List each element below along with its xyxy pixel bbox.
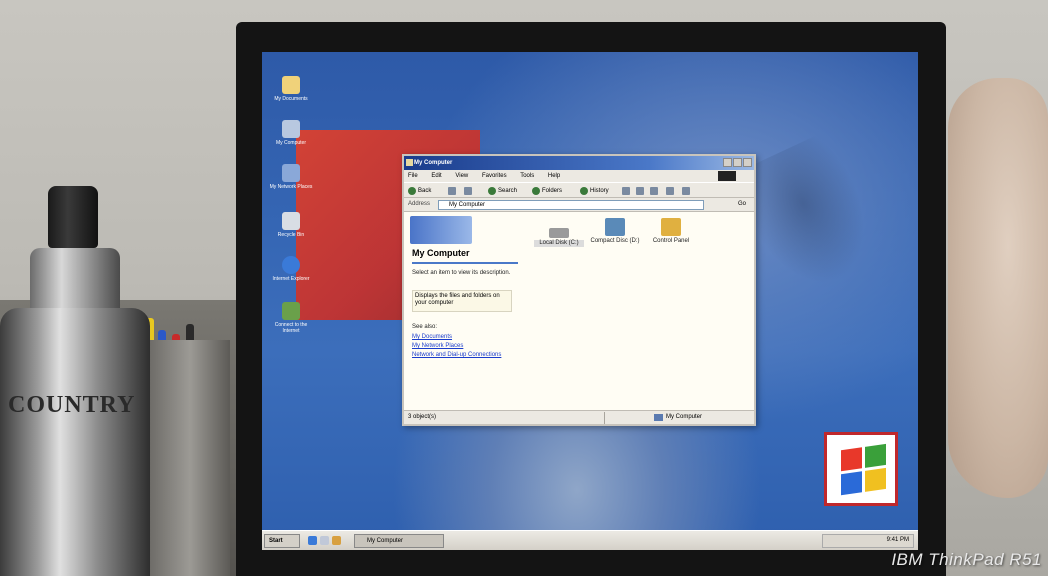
search-button[interactable]: Search bbox=[488, 186, 517, 196]
windows-logo-throbber bbox=[718, 171, 736, 181]
status-separator bbox=[604, 412, 605, 424]
internet-explorer-icon bbox=[282, 256, 300, 274]
item-local-disk[interactable]: Local Disk (C:) bbox=[534, 222, 584, 247]
status-bar: 3 object(s) My Computer bbox=[404, 410, 754, 424]
bottle-brand-text: COUNTRY bbox=[8, 392, 136, 418]
water-bottle: COUNTRY bbox=[0, 180, 150, 576]
minimize-button[interactable] bbox=[723, 158, 732, 167]
window-title: My Computer bbox=[414, 160, 453, 166]
address-bar: Address My Computer Go bbox=[404, 198, 754, 212]
item-control-panel[interactable]: Control Panel bbox=[646, 218, 696, 245]
status-right: My Computer bbox=[654, 414, 702, 421]
undo-icon[interactable] bbox=[666, 187, 674, 195]
close-button[interactable] bbox=[743, 158, 752, 167]
web-view-pane: My Computer Select an item to view its d… bbox=[404, 212, 520, 410]
menu-edit[interactable]: Edit bbox=[431, 173, 441, 179]
my-computer-header-icon bbox=[410, 216, 472, 244]
watermark: IBM ThinkPad R51 bbox=[891, 550, 1042, 569]
menu-view[interactable]: View bbox=[455, 173, 468, 179]
windows-flag-icon bbox=[841, 443, 887, 498]
network-places-icon bbox=[282, 164, 300, 182]
start-button[interactable]: Start bbox=[264, 534, 300, 548]
desktop-icon-connect-internet[interactable]: Connect to the Internet bbox=[266, 302, 316, 334]
desktop-icon-my-computer[interactable]: My Computer bbox=[266, 120, 316, 146]
recycle-bin-icon bbox=[282, 212, 300, 230]
taskbar: Start My Computer 9:41 PM bbox=[262, 530, 918, 550]
window-title-bar[interactable]: My Computer bbox=[404, 156, 754, 170]
my-computer-icon bbox=[282, 120, 300, 138]
address-label: Address bbox=[408, 201, 431, 207]
move-to-icon[interactable] bbox=[622, 187, 630, 195]
history-button[interactable]: History bbox=[580, 186, 609, 196]
delete-icon[interactable] bbox=[650, 187, 658, 195]
copy-to-icon[interactable] bbox=[636, 187, 644, 195]
desktop-icon-recycle-bin[interactable]: Recycle Bin bbox=[266, 212, 316, 238]
desktop-icon-internet-explorer[interactable]: Internet Explorer bbox=[266, 256, 316, 282]
system-tray: 9:41 PM bbox=[822, 534, 914, 548]
go-button[interactable]: Go bbox=[738, 201, 746, 207]
window-content: My Computer Select an item to view its d… bbox=[404, 212, 754, 410]
window-app-icon bbox=[406, 159, 413, 166]
taskbar-my-computer[interactable]: My Computer bbox=[354, 534, 444, 548]
drive-icon bbox=[549, 228, 569, 238]
maximize-button[interactable] bbox=[733, 158, 742, 167]
link-my-documents[interactable]: My Documents bbox=[412, 334, 452, 340]
status-left: 3 object(s) bbox=[408, 414, 437, 420]
see-also-label: See also: bbox=[412, 324, 438, 330]
pane-hint: Select an item to view its description. bbox=[412, 270, 511, 276]
desktop-icon-network-places[interactable]: My Network Places bbox=[266, 164, 316, 190]
my-computer-window[interactable]: My Computer File Edit View Favorites Too… bbox=[402, 154, 756, 426]
item-compact-disc[interactable]: Compact Disc (D:) bbox=[590, 218, 640, 245]
windows-logo-badge bbox=[824, 432, 898, 506]
item-list: Local Disk (C:) Compact Disc (D:) Contro… bbox=[534, 218, 744, 278]
quicklaunch-desktop-icon[interactable] bbox=[320, 536, 329, 545]
pane-note: Displays the files and folders on your c… bbox=[412, 290, 512, 312]
link-network-dialup[interactable]: Network and Dial-up Connections bbox=[412, 352, 501, 358]
cd-drive-icon bbox=[605, 218, 625, 236]
toolbar: Back Search Folders History bbox=[404, 182, 754, 198]
forward-icon[interactable] bbox=[448, 187, 456, 195]
back-button[interactable]: Back bbox=[408, 186, 431, 196]
desktop-icon-my-documents[interactable]: My Documents bbox=[266, 76, 316, 102]
quicklaunch-ie-icon[interactable] bbox=[308, 536, 317, 545]
my-documents-icon bbox=[282, 76, 300, 94]
pane-divider bbox=[412, 262, 518, 264]
pane-title: My Computer bbox=[412, 248, 470, 258]
clock[interactable]: 9:41 PM bbox=[887, 537, 909, 543]
menu-file[interactable]: File bbox=[408, 173, 418, 179]
menu-tools[interactable]: Tools bbox=[520, 173, 534, 179]
menu-bar: File Edit View Favorites Tools Help bbox=[404, 170, 754, 182]
up-folder-icon[interactable] bbox=[464, 187, 472, 195]
hand bbox=[948, 78, 1048, 498]
desktop-screen: My Documents My Computer My Network Plac… bbox=[262, 52, 918, 550]
menu-favorites[interactable]: Favorites bbox=[482, 173, 507, 179]
menu-help[interactable]: Help bbox=[548, 173, 560, 179]
pen-cup bbox=[150, 340, 230, 576]
quicklaunch-outlook-icon[interactable] bbox=[332, 536, 341, 545]
folders-button[interactable]: Folders bbox=[532, 186, 562, 196]
link-my-network-places[interactable]: My Network Places bbox=[412, 343, 463, 349]
address-field[interactable]: My Computer bbox=[438, 200, 704, 210]
connect-internet-icon bbox=[282, 302, 300, 320]
views-icon[interactable] bbox=[682, 187, 690, 195]
control-panel-icon bbox=[661, 218, 681, 236]
